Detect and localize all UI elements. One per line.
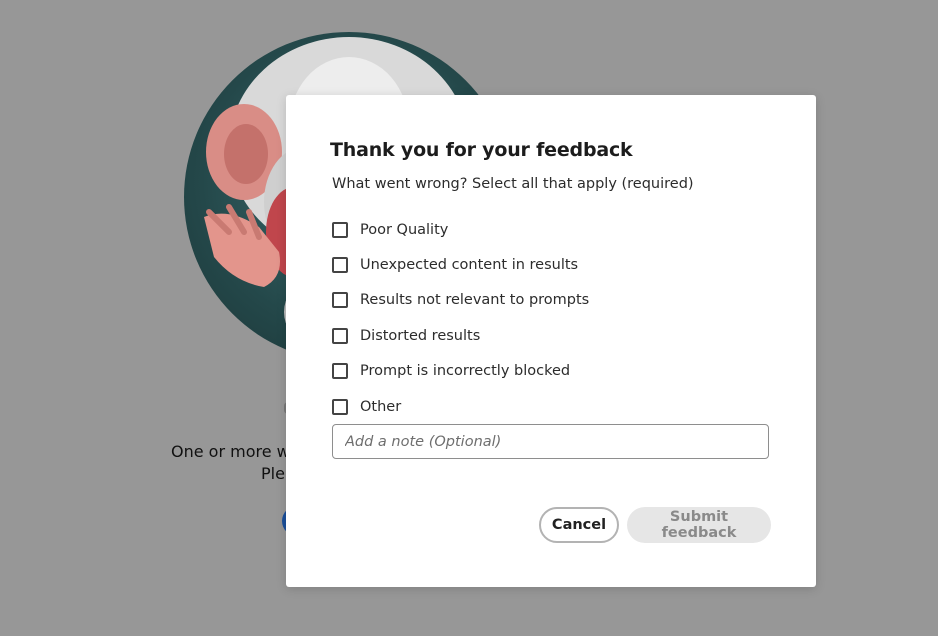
option-not-relevant[interactable]: Results not relevant to prompts [332, 283, 589, 318]
option-label: Prompt is incorrectly blocked [360, 363, 571, 380]
option-distorted-results[interactable]: Distorted results [332, 318, 589, 353]
dialog-subtitle: What went wrong? Select all that apply (… [332, 176, 694, 192]
checkbox[interactable] [332, 292, 348, 309]
checkbox[interactable] [332, 327, 348, 344]
checkbox[interactable] [332, 257, 348, 274]
option-unexpected-content[interactable]: Unexpected content in results [332, 247, 589, 282]
option-poor-quality[interactable]: Poor Quality [332, 212, 589, 247]
submit-feedback-button[interactable]: Submit feedback [627, 507, 771, 543]
option-label: Results not relevant to prompts [360, 292, 590, 309]
background-error-message: One or more wo [171, 442, 300, 461]
note-input[interactable] [332, 424, 769, 459]
checkbox[interactable] [332, 398, 348, 415]
cancel-button[interactable]: Cancel [539, 507, 619, 543]
checkbox[interactable] [332, 221, 348, 238]
option-label: Poor Quality [360, 221, 449, 238]
feedback-options-list: Poor Quality Unexpected content in resul… [332, 212, 589, 424]
dialog-title: Thank you for your feedback [330, 139, 633, 161]
checkbox[interactable] [332, 363, 348, 380]
option-label: Distorted results [360, 327, 481, 344]
option-label: Unexpected content in results [360, 257, 579, 274]
option-other[interactable]: Other [332, 389, 589, 424]
feedback-dialog: Thank you for your feedback What went wr… [286, 95, 816, 587]
option-incorrectly-blocked[interactable]: Prompt is incorrectly blocked [332, 354, 589, 389]
option-label: Other [360, 398, 402, 415]
